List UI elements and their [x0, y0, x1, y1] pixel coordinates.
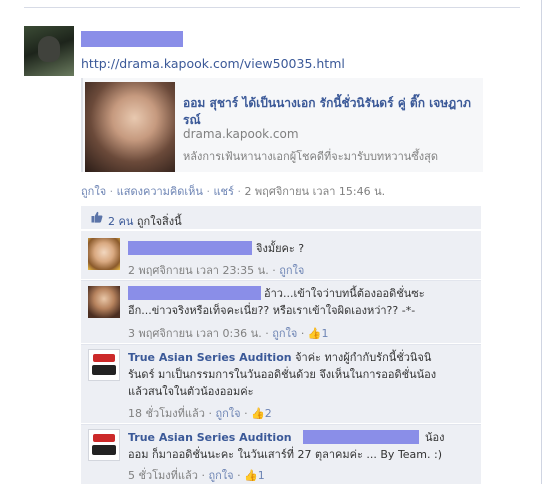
- comment-timestamp[interactable]: 5 ชั่วโมงที่แล้ว: [128, 469, 198, 482]
- separator: ·: [265, 327, 269, 340]
- comment-timestamp[interactable]: 2 พฤศจิกายน เวลา 23:35 น.: [128, 264, 269, 277]
- separator: ·: [272, 264, 276, 277]
- top-divider: [24, 7, 520, 8]
- separator: ·: [300, 327, 305, 340]
- comment-meta: 3 พฤศจิกายน เวลา 0:36 น. · ถูกใจ · 👍1: [128, 324, 329, 342]
- likes-label: ถูกใจสิ่งนี้: [136, 215, 182, 228]
- comment-like-count[interactable]: 👍1: [244, 469, 265, 482]
- true-asian-series-logo[interactable]: [88, 429, 120, 461]
- post-author-avatar[interactable]: [24, 26, 74, 76]
- commenter-name-redacted[interactable]: [128, 241, 252, 255]
- tagged-name-redacted[interactable]: [303, 430, 419, 444]
- comment-like-count[interactable]: 👍1: [308, 327, 329, 340]
- commenter-avatar[interactable]: [88, 238, 120, 270]
- comment-text-line: True Asian Series Audition จ้าค่ะ ทางผู้…: [128, 350, 431, 365]
- shared-link-domain: drama.kapook.com: [183, 127, 299, 141]
- likes-summary-text: 2 คน ถูกใจสิ่งนี้: [108, 212, 182, 230]
- right-border: [541, 0, 542, 484]
- comment-timestamp[interactable]: 3 พฤศจิกายน เวลา 0:36 น.: [128, 327, 262, 340]
- separator: ·: [237, 185, 241, 198]
- separator: ·: [237, 469, 241, 482]
- comment-timestamp[interactable]: 18 ชั่วโมงที่แล้ว: [128, 407, 205, 420]
- post-comment-link[interactable]: แสดงความคิดเห็น: [117, 185, 203, 198]
- comment-text-line: ออม ก็มาออดิชั่นนะคะ ในวันเสาร์ที่ 27 ตุ…: [128, 448, 443, 461]
- comment-like-link[interactable]: ถูกใจ: [215, 407, 240, 420]
- shared-link-thumbnail[interactable]: [85, 82, 175, 172]
- separator: ·: [109, 185, 114, 198]
- shared-link-title[interactable]: ออม สุชาร์ ได้เป็นนางเอก รักนี้ชั่วนิรัน…: [183, 95, 483, 129]
- commenter-name-link[interactable]: True Asian Series Audition: [128, 351, 292, 364]
- comment-text-line: รันดร์ มาเป็นกรรมการในวันออดิชั่นด้วย จึ…: [128, 368, 437, 381]
- post-timestamp[interactable]: 2 พฤศจิกายน เวลา 15:46 น.: [244, 185, 385, 198]
- post-actions-bar: ถูกใจ · แสดงความคิดเห็น · แชร์ · 2 พฤศจิ…: [81, 182, 385, 200]
- comment-meta: 5 ชั่วโมงที่แล้ว · ถูกใจ · 👍1: [128, 466, 265, 484]
- separator: ·: [208, 407, 212, 420]
- commenter-name-redacted[interactable]: [128, 286, 261, 300]
- separator: ·: [206, 185, 210, 198]
- shared-link-description: หลังการเฟ้นหานางเอกผู้โชคดีที่จะมารับบทห…: [183, 150, 438, 163]
- like-count-value: 1: [257, 469, 265, 482]
- like-count-value: 1: [321, 327, 329, 340]
- comment-text-line: แล้วสนใจในตัวน้องออมค่ะ: [128, 385, 254, 398]
- comment-text: น้อง: [425, 431, 445, 444]
- comment-text-line: True Asian Series Audition: [128, 430, 292, 445]
- separator: ·: [201, 469, 205, 482]
- comment-text-line: อ้าว...เข้าใจว่าบทนี้ต้องออดิชั่นซะ: [264, 287, 425, 300]
- likes-count-link[interactable]: 2 คน: [108, 215, 133, 228]
- comment-text: จ้าค่ะ ทางผู้กำกับรักนี้ชั่วนิจนิ: [295, 351, 432, 364]
- comment-meta: 2 พฤศจิกายน เวลา 23:35 น. · ถูกใจ: [128, 261, 304, 279]
- like-count-value: 2: [264, 407, 272, 420]
- comment-like-link[interactable]: ถูกใจ: [279, 264, 304, 277]
- separator: ·: [244, 407, 248, 420]
- post-like-link[interactable]: ถูกใจ: [81, 185, 106, 198]
- comment-meta: 18 ชั่วโมงที่แล้ว · ถูกใจ · 👍2: [128, 404, 272, 422]
- thumbs-up-icon: 👍: [244, 469, 258, 482]
- commenter-name-link[interactable]: True Asian Series Audition: [128, 431, 292, 444]
- post-share-link[interactable]: แชร์: [213, 185, 233, 198]
- thumbs-up-icon: 👍: [251, 407, 265, 420]
- post-link-url[interactable]: http://drama.kapook.com/view50035.html: [81, 56, 345, 71]
- thumbs-up-icon: 👍: [307, 327, 322, 340]
- post-author-name-redacted[interactable]: [81, 31, 183, 47]
- commenter-avatar[interactable]: [88, 286, 120, 318]
- thumbs-up-icon: [91, 211, 103, 223]
- true-asian-series-logo[interactable]: [88, 349, 120, 381]
- comment-like-link[interactable]: ถูกใจ: [272, 327, 297, 340]
- comment-text-line: อีก...ข่าวจริงหรือเท็จคะเนี่ย?? หรือเราเ…: [128, 304, 416, 317]
- comment-like-count[interactable]: 👍2: [251, 407, 272, 420]
- comment-text: จิงมั้ยคะ ?: [256, 242, 305, 255]
- comment-like-link[interactable]: ถูกใจ: [208, 469, 233, 482]
